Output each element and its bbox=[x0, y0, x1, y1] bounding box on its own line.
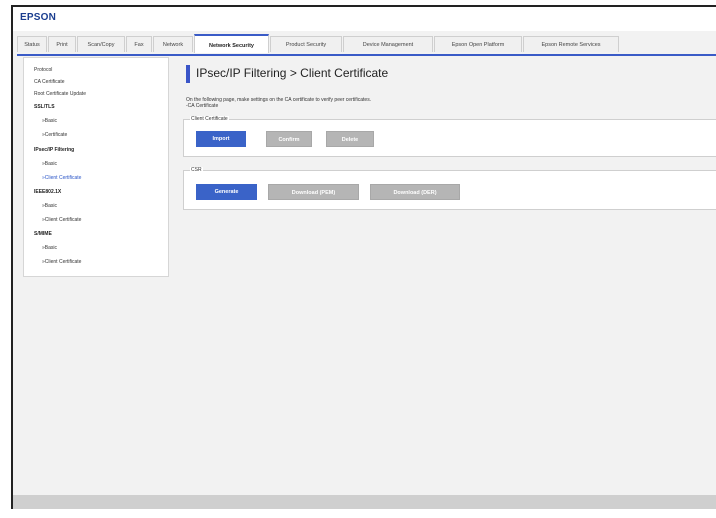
sidebar-item-ssl-basic[interactable]: »Basic bbox=[42, 118, 57, 124]
tab-print[interactable]: Print bbox=[48, 36, 76, 52]
main-content: IPsec/IP Filtering > Client Certificate … bbox=[177, 57, 716, 509]
confirm-button[interactable]: Confirm bbox=[266, 131, 312, 147]
import-button[interactable]: Import bbox=[196, 131, 246, 147]
sidebar-item-ssl-certificate[interactable]: »Certificate bbox=[42, 132, 67, 138]
sidebar-item-protocol[interactable]: Protocol bbox=[34, 67, 52, 73]
tab-bar: Status Print Scan/Copy Fax Network Netwo… bbox=[17, 34, 716, 56]
tab-fax[interactable]: Fax bbox=[126, 36, 152, 52]
tab-network-security[interactable]: Network Security bbox=[194, 34, 269, 53]
generate-button[interactable]: Generate bbox=[196, 184, 257, 200]
bottom-bar bbox=[13, 495, 716, 509]
ca-certificate-link[interactable]: -CA Certificate bbox=[186, 103, 371, 109]
sidebar-item-ieee-basic[interactable]: »Basic bbox=[42, 203, 57, 209]
tab-scan-copy[interactable]: Scan/Copy bbox=[77, 36, 125, 52]
download-der-button[interactable]: Download (DER) bbox=[370, 184, 460, 200]
tab-epson-remote-services[interactable]: Epson Remote Services bbox=[523, 36, 619, 52]
tab-product-security[interactable]: Product Security bbox=[270, 36, 342, 52]
csr-legend: CSR bbox=[190, 167, 203, 173]
sidebar-item-ca-certificate[interactable]: CA Certificate bbox=[34, 79, 65, 85]
sidebar-item-ipsec-client-certificate[interactable]: »Client Certificate bbox=[42, 175, 81, 181]
page-description: On the following page, make settings on … bbox=[186, 97, 371, 109]
download-pem-button[interactable]: Download (PEM) bbox=[268, 184, 359, 200]
delete-button[interactable]: Delete bbox=[326, 131, 374, 147]
tab-network[interactable]: Network bbox=[153, 36, 193, 52]
sidebar-item-ssl-tls: SSL/TLS bbox=[34, 104, 55, 110]
sidebar-item-ieee-client-certificate[interactable]: »Client Certificate bbox=[42, 217, 81, 223]
sidebar-item-root-certificate-update[interactable]: Root Certificate Update bbox=[34, 91, 86, 97]
sidebar: Protocol CA Certificate Root Certificate… bbox=[23, 57, 169, 277]
client-certificate-legend: Client Certificate bbox=[190, 116, 229, 122]
epson-logo: EPSON bbox=[20, 12, 57, 23]
browser-frame: EPSON Status Print Scan/Copy Fax Network… bbox=[11, 5, 716, 509]
tab-device-management[interactable]: Device Management bbox=[343, 36, 433, 52]
title-accent-bar bbox=[186, 65, 190, 83]
header: EPSON bbox=[13, 7, 716, 31]
sidebar-item-smime: S/MIME bbox=[34, 231, 52, 237]
sidebar-item-smime-basic[interactable]: »Basic bbox=[42, 245, 57, 251]
sidebar-item-ipsec-basic[interactable]: »Basic bbox=[42, 161, 57, 167]
tab-status[interactable]: Status bbox=[17, 36, 47, 52]
sidebar-item-smime-client-certificate[interactable]: »Client Certificate bbox=[42, 259, 81, 265]
sidebar-item-ieee8021x: IEEE802.1X bbox=[34, 189, 62, 195]
csr-section: CSR Generate Download (PEM) Download (DE… bbox=[183, 167, 716, 210]
page-title: IPsec/IP Filtering > Client Certificate bbox=[196, 66, 389, 80]
client-certificate-section: Client Certificate Import Confirm Delete bbox=[183, 116, 716, 157]
sidebar-item-ipsec-ip-filtering: IPsec/IP Filtering bbox=[34, 147, 75, 153]
tab-epson-open-platform[interactable]: Epson Open Platform bbox=[434, 36, 522, 52]
